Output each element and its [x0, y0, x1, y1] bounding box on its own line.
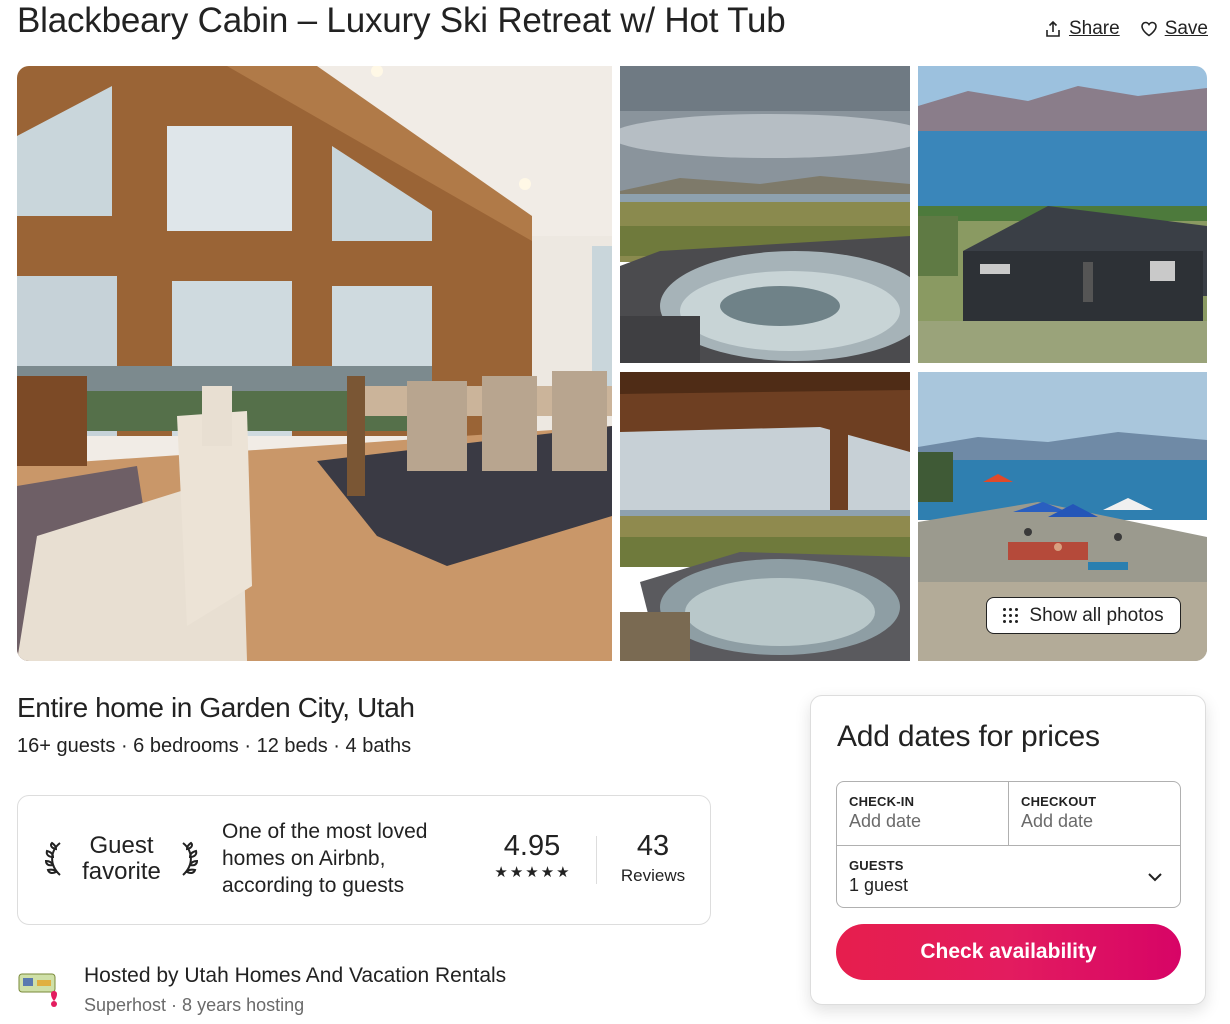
- reviews-label: Reviews: [620, 866, 686, 885]
- reviews-count: 43: [636, 830, 670, 862]
- show-all-photos-label: Show all photos: [1029, 604, 1164, 626]
- star-icon: ★: [494, 864, 508, 881]
- star-icon: ★: [556, 864, 570, 881]
- host-section: Hosted by Utah Homes And Vacation Rental…: [17, 960, 617, 1024]
- divider: [596, 836, 597, 884]
- guest-favorite-description: One of the most loved homes on Airbnb, a…: [222, 820, 428, 897]
- photo-covered-hot-tub[interactable]: [620, 372, 910, 661]
- guest-favorite-line2: favorite: [82, 858, 161, 885]
- listing-title: Blackbeary Cabin – Luxury Ski Retreat w/…: [17, 1, 786, 40]
- photo-living-room[interactable]: [17, 66, 612, 661]
- share-button[interactable]: Share: [1044, 18, 1120, 40]
- check-availability-button[interactable]: Check availability: [836, 924, 1181, 980]
- host-meta: Superhost · 8 years hosting: [84, 995, 305, 1015]
- guest-favorite-line1: Guest: [89, 832, 154, 859]
- photo-gallery: [17, 66, 1207, 661]
- rating-value: 4.95: [503, 830, 561, 862]
- guest-favorite-card[interactable]: Guest favorite One of the most loved hom…: [17, 795, 711, 925]
- booking-card: Add dates for prices CHECK-IN Add date C…: [810, 695, 1206, 1005]
- listing-details: 16+ guests · 6 bedrooms · 12 beds · 4 ba…: [17, 735, 412, 757]
- save-button[interactable]: Save: [1140, 18, 1208, 40]
- heart-icon: [1140, 21, 1157, 37]
- date-guest-picker: CHECK-IN Add date CHECKOUT Add date GUES…: [836, 781, 1181, 908]
- host-name: Hosted by Utah Homes And Vacation Rental…: [84, 964, 507, 987]
- checkin-field[interactable]: CHECK-IN Add date: [837, 782, 1009, 845]
- checkin-label: CHECK-IN: [849, 794, 915, 809]
- laurel-right-icon: [182, 841, 198, 876]
- star-icon: ★: [540, 864, 555, 881]
- save-label: Save: [1164, 18, 1208, 39]
- guests-dropdown[interactable]: GUESTS 1 guest: [837, 845, 1180, 907]
- top-actions: Share Save: [1044, 18, 1208, 40]
- star-icon: ★: [525, 864, 539, 881]
- photo-hot-tub-lake-view[interactable]: [620, 66, 910, 363]
- guest-favorite-badge: Guest favorite: [44, 829, 199, 889]
- checkout-field[interactable]: CHECKOUT Add date: [1009, 782, 1181, 845]
- show-all-photos-button[interactable]: Show all photos: [986, 597, 1181, 634]
- booking-title: Add dates for prices: [837, 720, 1100, 753]
- host-avatar[interactable]: [17, 968, 63, 1008]
- laurel-left-icon: [44, 841, 61, 876]
- grid-dots-icon: [1003, 607, 1019, 624]
- share-label: Share: [1068, 18, 1120, 39]
- checkout-label: CHECKOUT: [1021, 794, 1097, 809]
- checkout-value: Add date: [1021, 811, 1094, 831]
- star-rating: ★ ★ ★ ★ ★: [488, 865, 576, 880]
- listing-type-title: Entire home in Garden City, Utah: [17, 692, 415, 723]
- rating-block: 4.95 ★ ★ ★ ★ ★: [488, 830, 576, 880]
- chevron-down-icon: [1148, 873, 1162, 882]
- star-icon: ★: [509, 864, 524, 881]
- guests-value: 1 guest: [849, 875, 909, 895]
- photo-house-lake-view[interactable]: [918, 66, 1207, 363]
- reviews-link[interactable]: 43 Reviews: [612, 830, 694, 886]
- share-icon: [1046, 20, 1060, 37]
- checkin-value: Add date: [849, 811, 922, 831]
- guests-label: GUESTS: [849, 858, 904, 873]
